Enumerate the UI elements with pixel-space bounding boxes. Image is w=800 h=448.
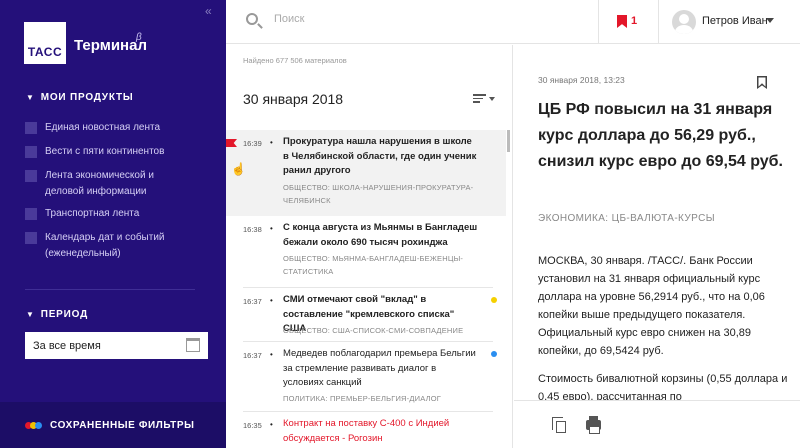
bullet: •	[270, 296, 273, 305]
triangle-down-icon: ▼	[26, 310, 35, 319]
saved-filters-button[interactable]: СОХРАНЕННЫЕ ФИЛЬТРЫ	[0, 402, 226, 448]
bookmark-count[interactable]: 1	[631, 15, 637, 27]
sort-icon[interactable]	[473, 94, 486, 105]
bullet: •	[270, 224, 273, 233]
divider	[658, 0, 659, 44]
blue-dot-icon	[491, 351, 497, 357]
checkbox[interactable]	[25, 146, 37, 158]
period-select[interactable]: За все время	[25, 332, 208, 359]
divider	[25, 289, 195, 290]
checkbox[interactable]	[25, 122, 37, 134]
chevron-down-icon[interactable]	[766, 18, 774, 23]
product-item[interactable]: Календарь дат и событий (еженедельный)	[25, 230, 185, 262]
triangle-down-icon: ▼	[26, 93, 35, 102]
copy-icon[interactable]	[552, 417, 566, 433]
product-item[interactable]: Вести с пяти континентов	[25, 144, 185, 160]
product-item[interactable]: Лента экономической и деловой информации	[25, 168, 185, 200]
hand-cursor-icon: ☝	[231, 162, 246, 176]
item-tags: ПОЛИТИКА: ПРЕМЬЕР-БЕЛЬГИЯ-ДИАЛОГ	[283, 394, 442, 403]
period-section-toggle[interactable]: ▼ ПЕРИОД	[26, 309, 88, 320]
item-tags: ОБЩЕСТВО: США-СПИСОК-СМИ-СОВПАДЕНИЕ	[283, 326, 464, 335]
products-section-toggle[interactable]: ▼ МОИ ПРОДУКТЫ	[26, 92, 133, 103]
flag-icon	[226, 139, 237, 147]
search-icon[interactable]	[246, 13, 258, 25]
yellow-dot-icon	[491, 297, 497, 303]
product-item[interactable]: Единая новостная лента	[25, 120, 185, 136]
product-label: Транспортная лента	[45, 208, 140, 219]
bullet: •	[270, 350, 273, 359]
item-time: 16:39	[243, 139, 262, 148]
print-icon[interactable]	[586, 416, 601, 434]
calendar-icon[interactable]	[186, 338, 200, 352]
item-tags: ОБЩЕСТВО: ШКОЛА-НАРУШЕНИЯ-ПРОКУРАТУРА-ЧЕ…	[283, 183, 474, 205]
list-item[interactable]: 16:37 • СМИ отмечают свой "вклад" в сост…	[226, 288, 506, 342]
checkbox[interactable]	[25, 208, 37, 220]
item-time: 16:38	[243, 225, 262, 234]
top-bar: 1 Петров Иван	[226, 0, 800, 44]
article-paragraph: МОСКВА, 30 января. /ТАСС/. Банк России у…	[538, 255, 765, 357]
item-time: 16:37	[243, 297, 262, 306]
list-item[interactable]: 16:35 • Контракт на поставку С-400 с Инд…	[226, 412, 506, 448]
period-value: За все время	[33, 339, 101, 352]
search-input[interactable]	[274, 13, 574, 25]
sidebar: « ТАСС Терминал β ▼ МОИ ПРОДУКТЫ Единая …	[0, 0, 226, 448]
bullet: •	[270, 420, 273, 429]
article-tags[interactable]: ЭКОНОМИКА: ЦБ-ВАЛЮТА-КУРСЫ	[538, 213, 715, 224]
avatar[interactable]	[672, 10, 696, 34]
item-title[interactable]: Прокуратура нашла нарушения в школе в Че…	[283, 135, 478, 179]
products-heading: МОИ ПРОДУКТЫ	[40, 92, 134, 103]
article-body: МОСКВА, 30 января. /ТАСС/. Банк России у…	[538, 252, 788, 416]
user-name[interactable]: Петров Иван	[702, 15, 768, 27]
collapse-sidebar-icon[interactable]: «	[205, 4, 212, 18]
product-label: Лента экономической и деловой информации	[45, 170, 154, 197]
checkbox[interactable]	[25, 170, 37, 182]
results-count: Найдено 677 506 материалов	[243, 56, 347, 65]
item-time: 16:37	[243, 351, 262, 360]
product-label: Календарь дат и событий (еженедельный)	[45, 232, 165, 259]
article-panel: 30 января 2018, 13:23 ЦБ РФ повысил на 3…	[514, 45, 800, 448]
product-label: Единая новостная лента	[45, 122, 161, 133]
saved-filters-label: СОХРАНЕННЫЕ ФИЛЬТРЫ	[50, 419, 195, 431]
article-datetime: 30 января 2018, 13:23	[538, 75, 625, 85]
item-time: 16:35	[243, 421, 262, 430]
article-toolbar	[514, 400, 800, 448]
divider	[598, 0, 599, 44]
bookmark-icon[interactable]	[617, 15, 627, 28]
product-label: Вести с пяти континентов	[45, 146, 165, 157]
list-item[interactable]: 16:37 • Медведев поблагодарил премьера Б…	[226, 342, 506, 412]
bookmark-icon[interactable]	[757, 76, 767, 89]
article-title: ЦБ РФ повысил на 31 января курс доллара …	[538, 101, 783, 170]
chevron-down-icon[interactable]	[489, 97, 495, 101]
news-list: Найдено 677 506 материалов 30 января 201…	[226, 45, 513, 448]
checkbox[interactable]	[25, 232, 37, 244]
product-item[interactable]: Транспортная лента	[25, 206, 185, 222]
item-title[interactable]: Контракт на поставку С-400 с Индией обсу…	[283, 417, 478, 446]
beta-mark: β	[136, 32, 142, 43]
saved-filters-dots-icon	[25, 421, 42, 429]
period-heading: ПЕРИОД	[40, 309, 89, 320]
bullet: •	[270, 138, 273, 147]
item-tags: ОБЩЕСТВО: МЬЯНМА-БАНГЛАДЕШ-БЕЖЕНЦЫ-СТАТИ…	[283, 254, 464, 276]
tass-logo: ТАСС	[24, 22, 66, 64]
item-title[interactable]: С конца августа из Мьянмы в Бангладеш бе…	[283, 221, 478, 250]
list-item[interactable]: 16:38 • С конца августа из Мьянмы в Банг…	[226, 216, 506, 288]
list-date-heading: 30 января 2018	[243, 91, 344, 107]
item-title[interactable]: Медведев поблагодарил премьера Бельгии з…	[283, 347, 478, 391]
list-item[interactable]: 16:39 • Прокуратура нашла нарушения в шк…	[226, 130, 506, 216]
scrollbar[interactable]	[507, 130, 510, 152]
